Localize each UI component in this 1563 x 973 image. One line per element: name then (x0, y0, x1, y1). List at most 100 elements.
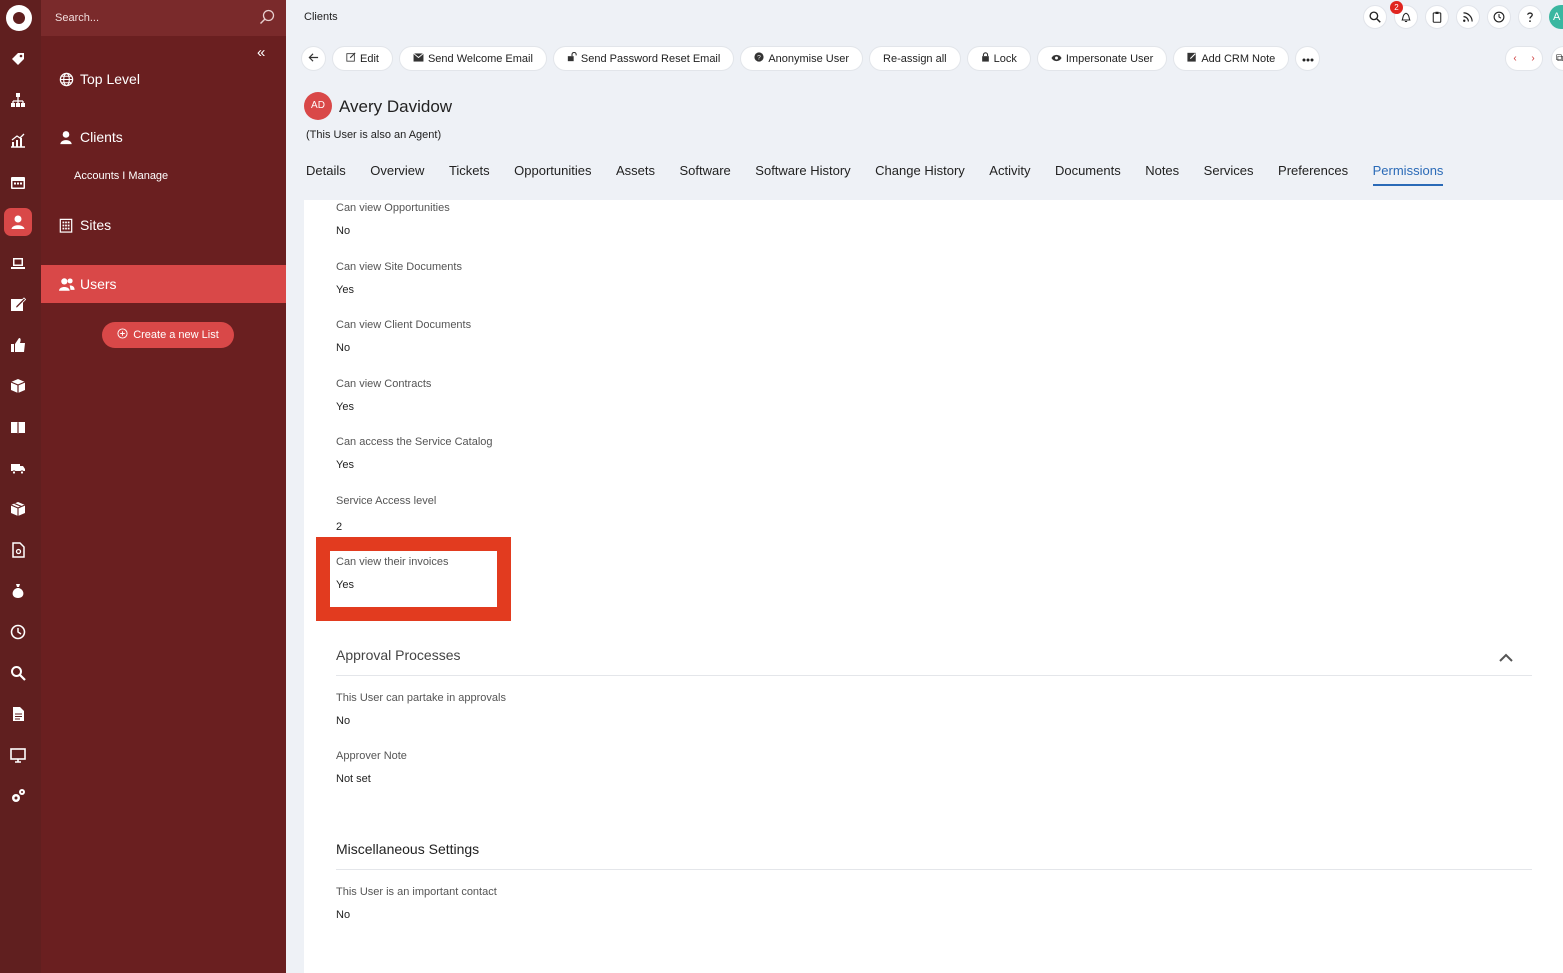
page-title: Clients (304, 11, 338, 23)
sidebar-item-sites[interactable]: Sites (41, 206, 286, 244)
search-icon[interactable] (8, 663, 28, 683)
popout-icon[interactable]: ⧉ (1551, 46, 1563, 71)
tag-icon[interactable] (8, 49, 28, 69)
money-bag-icon[interactable] (8, 581, 28, 601)
send-welcome-email-label: Send Welcome Email (427, 52, 533, 65)
file-text-icon[interactable] (8, 704, 28, 724)
settings-icon[interactable] (8, 786, 28, 806)
permissions-panel: Can view Opportunities No Can view Site … (304, 200, 1563, 973)
help-icon[interactable] (1518, 5, 1542, 29)
permission-field: Can view Contracts Yes (336, 378, 431, 413)
tab-details[interactable]: Details (306, 163, 346, 186)
sidebar-item-label: Users (80, 276, 117, 292)
chevron-right-icon[interactable]: › (1531, 53, 1534, 64)
rss-icon[interactable] (1456, 5, 1480, 29)
edit-button-label: Edit (360, 52, 379, 65)
truck-icon[interactable] (8, 458, 28, 478)
question-circle-icon: ? (754, 52, 764, 65)
thumbs-up-icon[interactable] (8, 335, 28, 355)
building-icon (59, 218, 76, 233)
misc-section-title: Miscellaneous Settings (336, 841, 480, 857)
field-label: Can view Opportunities (336, 202, 450, 214)
chevron-up-icon[interactable] (1498, 650, 1514, 668)
lock-button[interactable]: Lock (966, 46, 1031, 71)
agent-note: (This User is also an Agent) (306, 129, 442, 141)
tab-software[interactable]: Software (679, 163, 730, 186)
app-logo-icon[interactable] (6, 5, 32, 31)
edit-icon[interactable] (8, 294, 28, 314)
sidebar-search[interactable]: Search... (41, 0, 286, 36)
tab-tickets[interactable]: Tickets (449, 163, 490, 186)
sidebar-search-placeholder[interactable]: Search... (55, 12, 99, 24)
field-label: This User is an important contact (336, 886, 497, 898)
field-label: Can view Site Documents (336, 261, 462, 273)
notifications-icon[interactable]: 2 (1390, 1, 1418, 29)
clock-icon[interactable] (1487, 5, 1511, 29)
sidebar-item-top-level[interactable]: Top Level (41, 60, 286, 98)
field-label: Can view their invoices (336, 556, 449, 568)
note-edit-icon (1187, 52, 1197, 65)
tab-activity[interactable]: Activity (989, 163, 1030, 186)
globe-icon (59, 72, 76, 87)
create-list-button[interactable]: Create a new List (102, 322, 234, 348)
package-icon[interactable] (8, 499, 28, 519)
book-icon[interactable] (8, 417, 28, 437)
clock-icon[interactable] (8, 622, 28, 642)
anonymise-user-label: Anonymise User (768, 52, 850, 65)
approval-section-title[interactable]: Approval Processes (336, 647, 461, 663)
tab-change-history[interactable]: Change History (875, 163, 965, 186)
account-avatar[interactable]: A (1549, 5, 1563, 29)
permission-field: Can view Opportunities No (336, 202, 450, 237)
tab-opportunities[interactable]: Opportunities (514, 163, 591, 186)
more-actions-button[interactable] (1295, 46, 1321, 71)
field-value: 2 (336, 521, 343, 533)
record-navigation: ‹ › (1505, 46, 1543, 71)
tab-services[interactable]: Services (1204, 163, 1254, 186)
search-icon[interactable] (1363, 5, 1387, 29)
chart-icon[interactable] (8, 131, 28, 151)
impersonate-user-label: Impersonate User (1065, 52, 1154, 65)
eye-icon (1051, 53, 1062, 65)
edit-button[interactable]: Edit (332, 46, 393, 71)
add-crm-note-label: Add CRM Note (1201, 52, 1276, 65)
sidebar-item-label: Top Level (80, 71, 140, 87)
hierarchy-icon[interactable] (8, 90, 28, 110)
calendar-icon[interactable] (8, 172, 28, 192)
search-icon[interactable] (259, 9, 275, 30)
sidebar-sub-item-accounts-i-manage[interactable]: Accounts I Manage (74, 170, 168, 182)
collapse-sidebar-icon[interactable]: « (257, 44, 265, 61)
section-divider (336, 675, 1532, 676)
sidebar-item-clients[interactable]: Clients (41, 118, 286, 156)
user-icon[interactable] (4, 208, 32, 236)
field-label: Approver Note (336, 750, 407, 762)
tab-notes[interactable]: Notes (1145, 163, 1179, 186)
reassign-all-button[interactable]: Re-assign all (869, 46, 961, 71)
tab-software-history[interactable]: Software History (755, 163, 850, 186)
tab-assets[interactable]: Assets (616, 163, 655, 186)
record-tabs: Details Overview Tickets Opportunities A… (306, 163, 1444, 186)
tab-permissions[interactable]: Permissions (1372, 163, 1444, 186)
field-value: No (336, 225, 351, 237)
approval-field: Approver Note Not set (336, 750, 407, 785)
tab-documents[interactable]: Documents (1055, 163, 1121, 186)
misc-field: This User is an important contact No (336, 886, 497, 921)
tab-preferences[interactable]: Preferences (1278, 163, 1348, 186)
add-crm-note-button[interactable]: Add CRM Note (1173, 46, 1290, 71)
clipboard-icon[interactable] (1425, 5, 1449, 29)
permission-field: Can view Site Documents Yes (336, 261, 462, 296)
tab-overview[interactable]: Overview (370, 163, 424, 186)
send-welcome-email-button[interactable]: Send Welcome Email (398, 46, 547, 71)
impersonate-user-button[interactable]: Impersonate User (1036, 46, 1168, 71)
anonymise-user-button[interactable]: ? Anonymise User (740, 46, 864, 71)
send-password-reset-button[interactable]: Send Password Reset Email (552, 46, 735, 71)
chevron-left-icon[interactable]: ‹ (1513, 53, 1516, 64)
field-value: No (336, 715, 351, 727)
monitor-icon[interactable] (8, 745, 28, 765)
sidebar-item-users[interactable]: Users (41, 265, 286, 303)
back-button[interactable] (301, 46, 326, 71)
field-label: Service Access level (336, 495, 437, 507)
laptop-icon[interactable] (8, 253, 28, 273)
boxes-icon[interactable] (8, 376, 28, 396)
field-value: Yes (336, 459, 354, 471)
document-search-icon[interactable] (8, 540, 28, 560)
